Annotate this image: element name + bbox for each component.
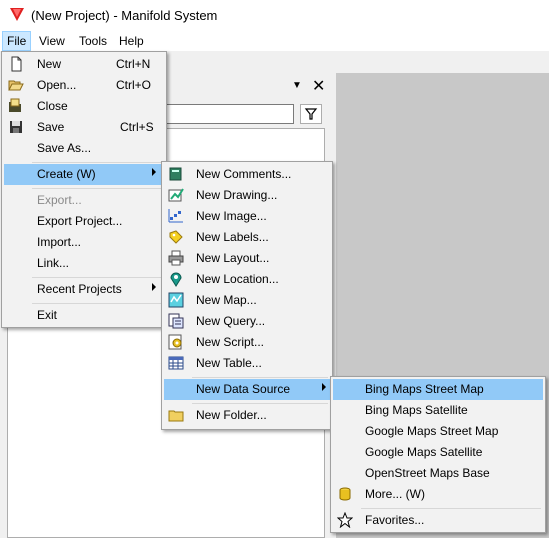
comments-book-icon	[168, 166, 184, 182]
dropdown-arrow-icon[interactable]: ▼	[292, 80, 302, 91]
map-icon	[168, 292, 184, 308]
google-satellite-item[interactable]: Google Maps Satellite	[333, 442, 543, 463]
favorites-item[interactable]: Favorites...	[333, 510, 543, 531]
file-save-as-item[interactable]: Save As...	[4, 138, 164, 159]
openstreet-maps-base-item[interactable]: OpenStreet Maps Base	[333, 463, 543, 484]
menu-separator	[192, 377, 328, 378]
menu-separator	[192, 403, 328, 404]
printer-layout-icon	[168, 250, 184, 266]
title-bar: (New Project) - Manifold System	[0, 0, 549, 31]
create-labels-item[interactable]: New Labels...	[164, 227, 330, 248]
create-table-item[interactable]: New Table...	[164, 353, 330, 374]
window-title: (New Project) - Manifold System	[31, 8, 218, 23]
script-gear-icon	[168, 334, 184, 350]
submenu-arrow-icon	[322, 383, 326, 391]
file-export-project-item[interactable]: Export Project...	[4, 211, 164, 232]
create-location-item[interactable]: New Location...	[164, 269, 330, 290]
menu-separator	[32, 277, 162, 278]
label-tag-icon	[168, 229, 184, 245]
folder-icon	[168, 407, 184, 423]
bing-satellite-item[interactable]: Bing Maps Satellite	[333, 400, 543, 421]
close-icon[interactable]: ✕	[312, 76, 325, 96]
create-layout-item[interactable]: New Layout...	[164, 248, 330, 269]
create-image-item[interactable]: New Image...	[164, 206, 330, 227]
file-menu: New Ctrl+N Open... Ctrl+O Close Save Ctr…	[1, 51, 167, 328]
create-comments-item[interactable]: New Comments...	[164, 164, 330, 185]
filter-funnel-icon	[304, 108, 318, 120]
file-save-item[interactable]: Save Ctrl+S	[4, 117, 164, 138]
create-map-item[interactable]: New Map...	[164, 290, 330, 311]
create-folder-item[interactable]: New Folder...	[164, 405, 330, 426]
menu-tools[interactable]: Tools	[75, 32, 111, 50]
open-folder-icon	[8, 77, 24, 93]
close-folder-icon	[8, 98, 24, 114]
file-open-item[interactable]: Open... Ctrl+O	[4, 75, 164, 96]
map-pin-icon	[168, 271, 184, 287]
app-logo-icon	[10, 8, 24, 22]
star-icon	[337, 512, 353, 528]
file-new-item[interactable]: New Ctrl+N	[4, 54, 164, 75]
filter-input[interactable]	[160, 104, 294, 124]
menu-bar: File View Tools Help	[0, 31, 549, 51]
file-link-item[interactable]: Link...	[4, 253, 164, 274]
table-grid-icon	[168, 355, 184, 371]
file-export-item[interactable]: Export...	[4, 190, 164, 211]
menu-separator	[32, 303, 162, 304]
file-create-item[interactable]: Create (W)	[4, 164, 164, 185]
menu-separator	[361, 508, 541, 509]
new-document-icon	[8, 56, 24, 72]
menu-separator	[32, 162, 162, 163]
create-script-item[interactable]: New Script...	[164, 332, 330, 353]
create-data-source-item[interactable]: New Data Source	[164, 379, 330, 400]
menu-file[interactable]: File	[2, 31, 32, 51]
data-source-submenu: Bing Maps Street Map Bing Maps Satellite…	[330, 376, 546, 533]
submenu-arrow-icon	[152, 168, 156, 176]
database-icon	[337, 486, 353, 502]
bing-street-map-item[interactable]: Bing Maps Street Map	[333, 379, 543, 400]
image-icon	[168, 208, 184, 224]
menu-view[interactable]: View	[35, 32, 69, 50]
menu-separator	[32, 188, 162, 189]
file-recent-projects-item[interactable]: Recent Projects	[4, 279, 164, 300]
more-data-sources-item[interactable]: More... (W)	[333, 484, 543, 505]
floppy-disk-icon	[8, 119, 24, 135]
create-query-item[interactable]: New Query...	[164, 311, 330, 332]
file-close-item[interactable]: Close	[4, 96, 164, 117]
create-submenu: New Comments... New Drawing... New Image…	[161, 161, 333, 430]
create-drawing-item[interactable]: New Drawing...	[164, 185, 330, 206]
query-icon	[168, 313, 184, 329]
file-exit-item[interactable]: Exit	[4, 305, 164, 326]
menu-help[interactable]: Help	[115, 32, 148, 50]
filter-button[interactable]	[300, 104, 322, 124]
submenu-arrow-icon	[152, 283, 156, 291]
file-import-item[interactable]: Import...	[4, 232, 164, 253]
drawing-icon	[168, 187, 184, 203]
google-street-map-item[interactable]: Google Maps Street Map	[333, 421, 543, 442]
